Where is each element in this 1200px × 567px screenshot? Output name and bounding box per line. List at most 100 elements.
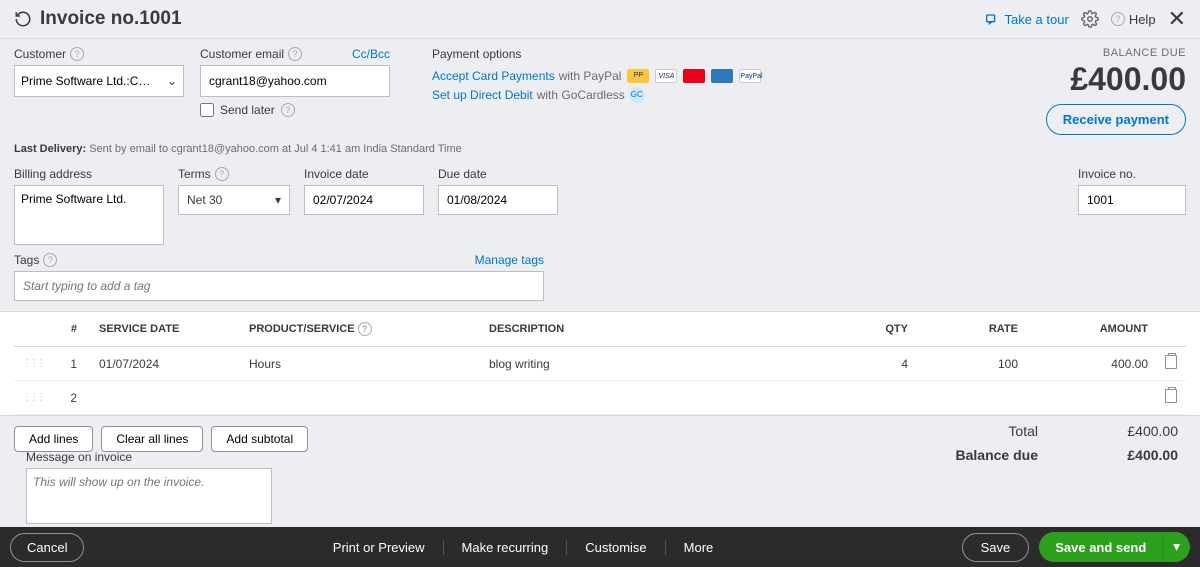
top-left: Customer? ⌄ Customer email? Cc/Bcc Send … <box>14 47 761 135</box>
tour-icon <box>984 11 1000 27</box>
header-bar: Invoice no.1001 Take a tour ? Help ✕ <box>0 0 1200 39</box>
help-icon[interactable]: ? <box>288 47 302 61</box>
last-delivery: Last Delivery: Sent by email to cgrant18… <box>0 143 1200 155</box>
customer-select[interactable]: ⌄ <box>14 65 184 97</box>
amex-icon <box>711 69 733 83</box>
line-items-table: # SERVICE DATE PRODUCT/SERVICE ? DESCRIP… <box>0 311 1200 416</box>
help-icon[interactable]: ? <box>215 167 229 181</box>
footer-bar: Cancel Print or Preview Make recurring C… <box>0 527 1200 567</box>
header-right: Take a tour ? Help ✕ <box>984 6 1186 32</box>
drag-handle-icon[interactable]: ⋮⋮⋮ <box>14 347 51 381</box>
top-section: Customer? ⌄ Customer email? Cc/Bcc Send … <box>0 39 1200 139</box>
save-send-group: Save and send ▾ <box>1039 532 1190 562</box>
totals-area: Total £400.00 Balance due £400.00 <box>918 419 1178 467</box>
settings-gear-button[interactable] <box>1081 10 1099 28</box>
save-send-button[interactable]: Save and send <box>1039 532 1162 562</box>
manage-tags-link[interactable]: Manage tags <box>475 253 544 267</box>
paypal-p-icon: PP <box>627 69 649 83</box>
take-tour-link[interactable]: Take a tour <box>984 11 1068 27</box>
ccbcc-link[interactable]: Cc/Bcc <box>352 47 390 61</box>
message-block: Message on invoice <box>12 444 286 533</box>
accept-cards-link[interactable]: Accept Card Payments <box>432 69 555 83</box>
balance-block: BALANCE DUE £400.00 Receive payment <box>1046 47 1186 135</box>
visa-icon: VISA <box>655 69 677 83</box>
col-rate: RATE <box>916 312 1026 347</box>
tags-header: Tags? Manage tags <box>14 253 544 267</box>
tags-input[interactable] <box>14 271 544 301</box>
receive-payment-button[interactable]: Receive payment <box>1046 104 1186 135</box>
customise-button[interactable]: Customise <box>567 540 665 555</box>
total-row: Total £400.00 <box>918 419 1178 443</box>
col-description: DESCRIPTION <box>481 312 806 347</box>
balance-due-label: BALANCE DUE <box>1046 47 1186 59</box>
help-icon[interactable]: ? <box>70 47 84 61</box>
col-amount: AMOUNT <box>1026 312 1156 347</box>
table-header-row: # SERVICE DATE PRODUCT/SERVICE ? DESCRIP… <box>14 312 1186 347</box>
close-button[interactable]: ✕ <box>1168 6 1186 32</box>
payment-options: Payment options Accept Card Payments wit… <box>432 47 761 135</box>
help-icon[interactable]: ? <box>358 322 372 336</box>
help-icon[interactable]: ? <box>281 103 295 117</box>
col-num: # <box>51 312 91 347</box>
mid-left: Billing address Prime Software Ltd. Term… <box>14 167 558 245</box>
due-date-block: Due date <box>438 167 558 245</box>
col-qty: QTY <box>806 312 916 347</box>
balance-due-amount: £400.00 <box>1046 61 1186 98</box>
send-later-row[interactable]: Send later ? <box>200 103 390 117</box>
chevron-down-icon: ▾ <box>275 193 281 207</box>
terms-block: Terms? Net 30▾ <box>178 167 290 245</box>
due-date-input[interactable] <box>438 185 558 215</box>
save-send-dropdown[interactable]: ▾ <box>1162 532 1190 562</box>
email-input[interactable] <box>200 65 390 97</box>
header-left: Invoice no.1001 <box>14 8 182 30</box>
direct-debit-link[interactable]: Set up Direct Debit <box>432 88 533 102</box>
billing-textarea[interactable]: Prime Software Ltd. <box>14 185 164 245</box>
billing-block: Billing address Prime Software Ltd. <box>14 167 164 245</box>
col-product: PRODUCT/SERVICE ? <box>241 312 481 347</box>
message-label: Message on invoice <box>26 450 272 464</box>
message-textarea[interactable] <box>26 468 272 524</box>
paypal-icon: PayPal <box>739 69 761 83</box>
trash-icon <box>1165 389 1177 403</box>
invoice-no-input[interactable] <box>1078 185 1186 215</box>
history-icon <box>14 10 32 28</box>
tags-section: Tags? Manage tags <box>0 253 1200 311</box>
email-label: Customer email <box>200 47 284 61</box>
footer-right: Save Save and send ▾ <box>962 532 1190 562</box>
col-service-date: SERVICE DATE <box>91 312 241 347</box>
direct-debit-row: Set up Direct Debit with GoCardless GC <box>432 87 761 103</box>
delete-row-button[interactable] <box>1156 381 1186 415</box>
invoice-date-label: Invoice date <box>304 167 424 181</box>
delete-row-button[interactable] <box>1156 347 1186 381</box>
due-date-label: Due date <box>438 167 558 181</box>
help-icon[interactable]: ? <box>43 253 57 267</box>
page-title: Invoice no.1001 <box>40 8 182 30</box>
mastercard-icon <box>683 69 705 83</box>
drag-handle-icon[interactable]: ⋮⋮⋮ <box>14 381 51 415</box>
send-later-checkbox[interactable] <box>200 103 214 117</box>
more-button[interactable]: More <box>666 540 732 555</box>
gocardless-icon: GC <box>629 87 645 103</box>
payment-options-label: Payment options <box>432 47 761 61</box>
table-row[interactable]: ⋮⋮⋮ 2 <box>14 381 1186 415</box>
make-recurring-button[interactable]: Make recurring <box>444 540 568 555</box>
tags-label: Tags? <box>14 253 57 267</box>
invoice-no-block: Invoice no. <box>1078 167 1186 215</box>
invoice-date-input[interactable] <box>304 185 424 215</box>
customer-input[interactable] <box>21 74 151 88</box>
terms-select[interactable]: Net 30▾ <box>178 185 290 215</box>
customer-label: Customer? <box>14 47 184 61</box>
gear-icon <box>1081 10 1099 28</box>
customer-block: Customer? ⌄ <box>14 47 184 135</box>
billing-label: Billing address <box>14 167 164 181</box>
invoice-no-label: Invoice no. <box>1078 167 1186 181</box>
help-button[interactable]: ? Help <box>1111 12 1156 27</box>
accept-cards-row: Accept Card Payments with PayPal PP VISA… <box>432 69 761 83</box>
email-label-row: Customer email? Cc/Bcc <box>200 47 390 61</box>
cancel-button[interactable]: Cancel <box>10 533 84 562</box>
print-preview-button[interactable]: Print or Preview <box>315 540 444 555</box>
save-button[interactable]: Save <box>962 533 1030 562</box>
table-row[interactable]: ⋮⋮⋮ 1 01/07/2024 Hours blog writing 4 10… <box>14 347 1186 381</box>
help-icon: ? <box>1111 12 1125 26</box>
footer-center: Print or Preview Make recurring Customis… <box>315 540 732 555</box>
